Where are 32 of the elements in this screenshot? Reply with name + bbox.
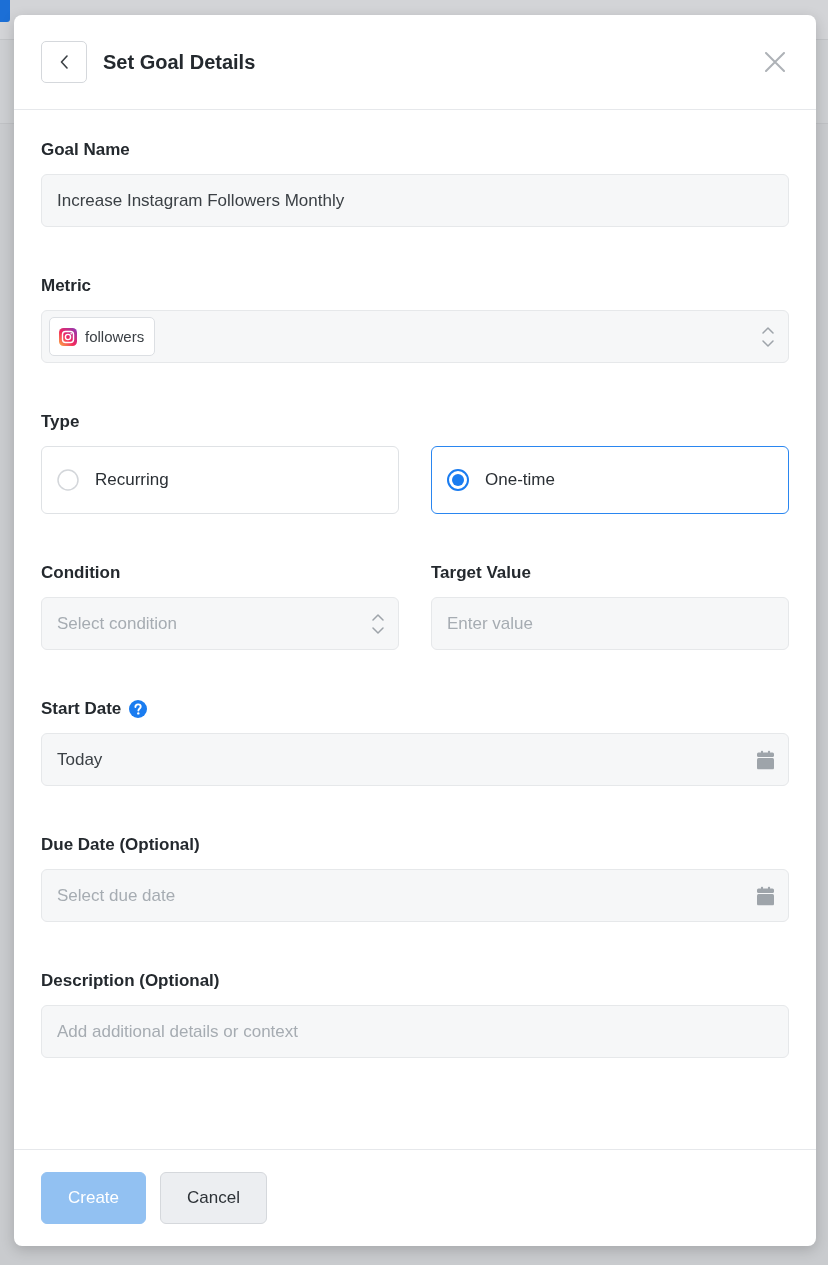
back-button[interactable] [41, 41, 87, 83]
field-label: Description (Optional) [41, 971, 220, 991]
input-field[interactable]: Add additional details or context [41, 1005, 789, 1058]
select-field[interactable]: Select condition [41, 597, 399, 650]
field-label: Metric [41, 276, 92, 296]
cancel-button[interactable]: Cancel [160, 1172, 267, 1224]
date-field[interactable]: Select due date [41, 869, 789, 922]
calendar-icon [757, 750, 774, 769]
chevron-left-icon [60, 55, 68, 69]
up-down-chevron-icon [372, 612, 384, 635]
select-field[interactable]: followers [41, 310, 789, 363]
radio-icon [447, 469, 469, 491]
radio-option[interactable]: Recurring [41, 446, 399, 514]
up-down-chevron-icon [762, 325, 774, 348]
dialog-title: Set Goal Details [103, 50, 256, 74]
input-field[interactable]: Increase Instagram Followers Monthly [41, 174, 789, 227]
button-edge [0, 0, 10, 22]
field-label: Condition [41, 563, 121, 583]
field-label: Goal Name [41, 140, 130, 160]
field-label: Start Date [41, 699, 122, 719]
field-label: Type [41, 412, 80, 432]
camera-icon [59, 327, 77, 346]
help-icon[interactable] [129, 700, 148, 718]
field-label: Target Value [431, 563, 531, 583]
calendar-icon [757, 886, 774, 905]
field-label: Due Date (Optional) [41, 835, 200, 855]
input-field[interactable]: Enter value [431, 597, 789, 650]
radio-icon [57, 469, 79, 491]
metric-name: followers [85, 328, 145, 345]
close-icon [765, 52, 785, 72]
radio-option[interactable]: One-time [431, 446, 789, 514]
date-field[interactable]: Today [41, 733, 789, 786]
